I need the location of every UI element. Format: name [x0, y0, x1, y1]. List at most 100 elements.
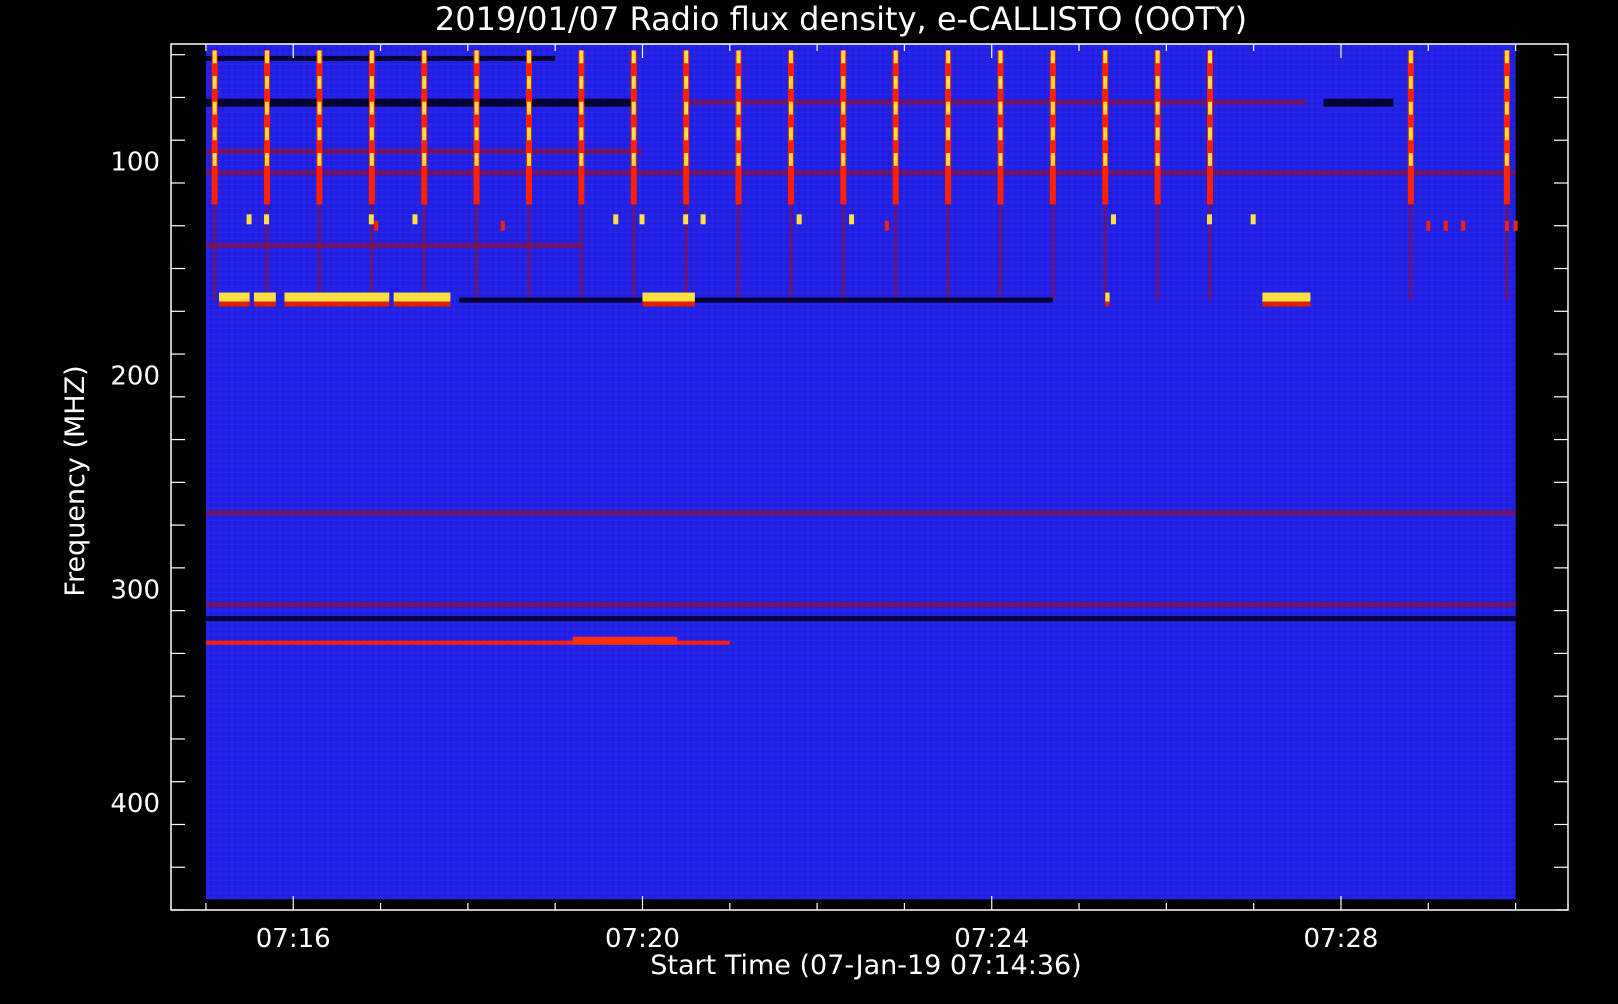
spike-trail — [841, 204, 846, 301]
spike-highlight — [631, 50, 636, 64]
spike-highlight — [1504, 50, 1509, 64]
spike-trail — [317, 204, 322, 301]
dim-band — [205, 170, 1516, 176]
y-tick-label: 400 — [110, 789, 160, 819]
spike-highlight — [474, 153, 479, 166]
spike-highlight — [1050, 153, 1055, 166]
spike-highlight — [1408, 101, 1413, 115]
spike-highlight — [422, 76, 427, 89]
spike-highlight — [526, 153, 531, 166]
spike-highlight — [1155, 153, 1160, 166]
dim-band — [205, 510, 1516, 516]
spike-highlight — [1103, 50, 1108, 64]
spike-highlight — [474, 76, 479, 89]
spike-trail — [946, 204, 951, 301]
spike-highlight — [946, 127, 951, 141]
dim-band — [205, 242, 582, 248]
spike-highlight — [998, 127, 1003, 141]
spike-highlight — [1208, 153, 1213, 166]
red-burst — [1461, 220, 1466, 231]
spike-highlight — [212, 127, 217, 141]
spike-trail — [1408, 204, 1413, 301]
spike-highlight — [369, 101, 374, 115]
short-burst — [368, 214, 374, 225]
spike-highlight — [1504, 127, 1509, 141]
spike-highlight — [631, 101, 636, 115]
spike-trail — [736, 204, 741, 301]
short-burst — [1250, 214, 1256, 225]
spike-highlight — [893, 50, 898, 64]
spike-highlight — [265, 127, 270, 141]
spike-highlight — [579, 50, 584, 64]
spike-trail — [579, 204, 584, 301]
y-tick-label: 100 — [110, 148, 160, 178]
spike-highlight — [265, 153, 270, 166]
spike-highlight — [788, 127, 793, 141]
y-tick-label: 200 — [110, 361, 160, 391]
spike-highlight — [369, 127, 374, 141]
spike-trail — [1103, 204, 1108, 301]
spike-trail — [1050, 204, 1055, 301]
spike-highlight — [422, 127, 427, 141]
spike-trail — [474, 204, 479, 301]
spike-highlight — [893, 153, 898, 166]
short-burst — [613, 214, 619, 225]
spike-highlight — [474, 101, 479, 115]
spike-highlight — [1504, 76, 1509, 89]
spike-highlight — [946, 76, 951, 89]
short-burst — [849, 214, 855, 225]
spike-highlight — [212, 76, 217, 89]
dim-band — [205, 602, 1516, 608]
short-burst — [796, 214, 802, 225]
burst-segment-base — [642, 301, 695, 307]
spike-highlight — [317, 101, 322, 115]
spike-trail — [212, 204, 217, 301]
burst-segment — [393, 292, 451, 302]
spike-highlight — [841, 101, 846, 115]
burst-segment — [642, 292, 695, 302]
spike-highlight — [841, 76, 846, 89]
short-burst — [1207, 214, 1213, 225]
spike-highlight — [1155, 127, 1160, 141]
spike-highlight — [841, 153, 846, 166]
red-burst — [884, 220, 889, 231]
dark-band — [1323, 98, 1394, 107]
spike-highlight — [422, 50, 427, 64]
burst-segment-base — [253, 301, 276, 307]
short-burst — [683, 214, 689, 225]
spike-trail — [631, 204, 636, 301]
spike-highlight — [474, 50, 479, 64]
spike-highlight — [1208, 127, 1213, 141]
y-axis-label: Frequency (MHZ) — [60, 365, 91, 596]
spike-highlight — [631, 127, 636, 141]
spike-highlight — [684, 76, 689, 89]
spike-highlight — [684, 153, 689, 166]
spike-highlight — [265, 101, 270, 115]
spike-highlight — [893, 127, 898, 141]
spike-highlight — [1050, 50, 1055, 64]
spike-highlight — [1408, 76, 1413, 89]
burst-segment — [1105, 292, 1110, 302]
short-burst — [246, 214, 252, 225]
dark-band — [205, 55, 556, 61]
burst-segment — [284, 292, 390, 302]
spike-trail — [422, 204, 427, 301]
spike-highlight — [1050, 127, 1055, 141]
burst-segment-base — [1105, 301, 1110, 307]
dark-band — [205, 98, 634, 107]
spike-highlight — [736, 153, 741, 166]
spike-highlight — [631, 76, 636, 89]
spike-highlight — [579, 127, 584, 141]
spike-highlight — [841, 50, 846, 64]
dark-band — [459, 297, 1053, 303]
short-burst — [264, 214, 270, 225]
dim-band — [686, 99, 1307, 105]
spike-highlight — [998, 153, 1003, 166]
spike-highlight — [788, 153, 793, 166]
spike-highlight — [212, 153, 217, 166]
y-tick-label: 300 — [110, 575, 160, 605]
burst-segment — [1262, 292, 1311, 302]
spike-highlight — [317, 76, 322, 89]
spike-highlight — [736, 127, 741, 141]
red-burst — [1426, 220, 1431, 231]
